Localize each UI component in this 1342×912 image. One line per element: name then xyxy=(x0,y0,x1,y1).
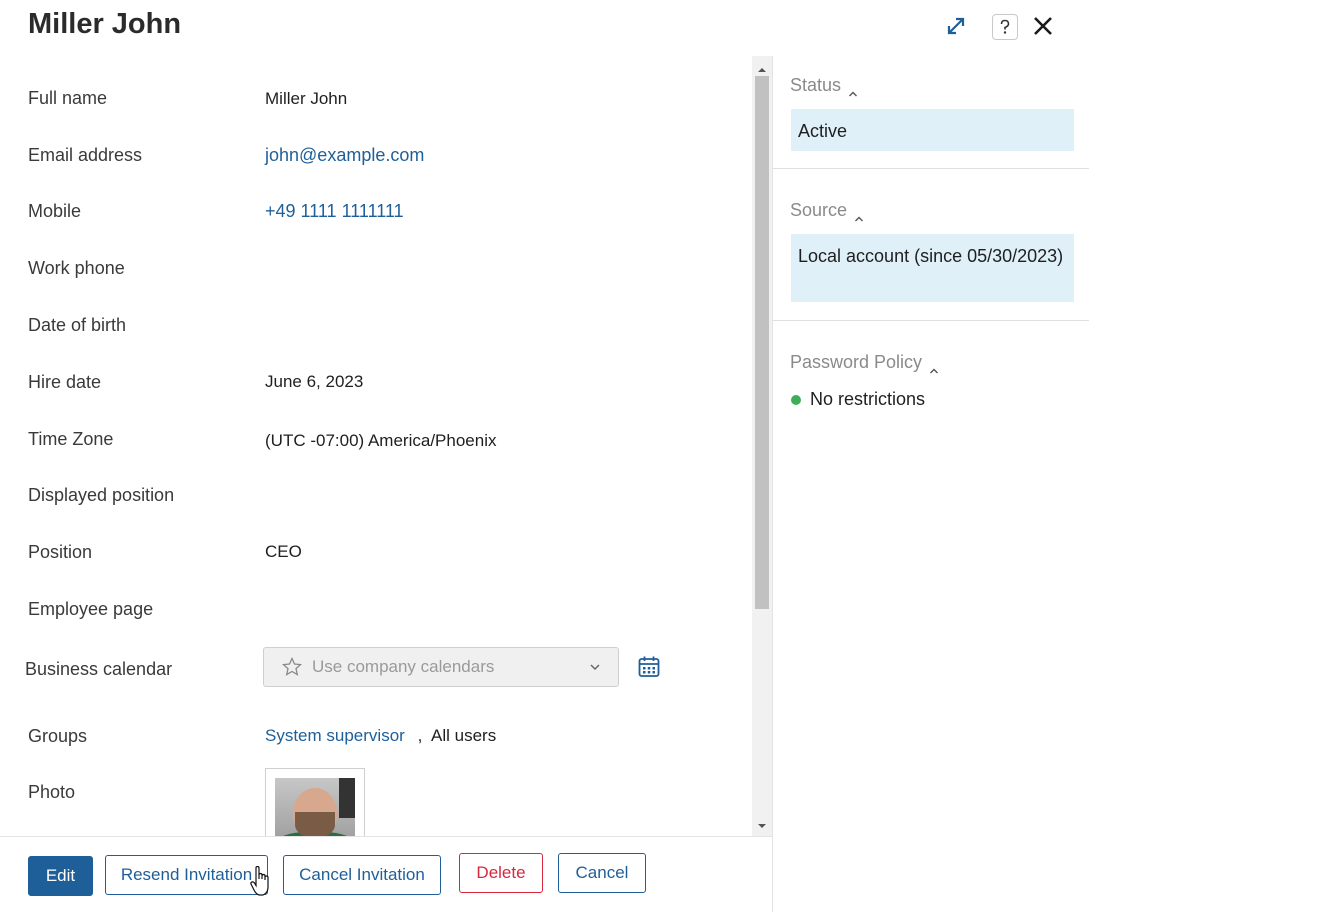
chevron-up-icon xyxy=(848,82,858,96)
mobile-link[interactable]: +49 1111 1111111 xyxy=(265,201,404,222)
avatar[interactable] xyxy=(265,768,365,836)
page-title: Miller John xyxy=(28,8,182,40)
status-value: Active xyxy=(791,109,1074,151)
group-link-system-supervisor[interactable]: System supervisor xyxy=(265,726,405,745)
scroll-up-arrow-icon[interactable] xyxy=(756,62,768,72)
panel-divider xyxy=(772,56,773,912)
field-label: Employee page xyxy=(28,599,154,619)
section-divider xyxy=(773,320,1089,321)
source-section-toggle[interactable]: Source xyxy=(790,200,864,221)
field-label: Displayed position xyxy=(28,485,175,505)
field-label: Time Zone xyxy=(28,429,114,449)
delete-button[interactable]: Delete xyxy=(459,853,543,893)
hand-cursor-icon xyxy=(250,865,272,898)
status-section-title: Status xyxy=(790,75,842,95)
source-value: Local account (since 05/30/2023) xyxy=(791,234,1074,302)
action-bar: Edit Resend Invitation Cancel Invitation… xyxy=(0,836,772,912)
field-label: Work phone xyxy=(28,258,125,278)
field-label: Position xyxy=(28,542,93,562)
avatar-photo xyxy=(275,778,355,836)
group-separator: , xyxy=(417,726,423,745)
status-dot-icon xyxy=(791,394,801,405)
field-label: Business calendar xyxy=(25,659,173,679)
field-label: Mobile xyxy=(28,201,82,221)
hire-date-value: June 6, 2023 xyxy=(265,372,364,391)
password-policy-status: No restrictions xyxy=(791,389,925,410)
scroll-down-arrow-icon[interactable] xyxy=(756,818,768,828)
business-calendar-placeholder: Use company calendars xyxy=(312,657,495,676)
password-policy-section-title: Password Policy xyxy=(790,352,923,372)
position-value: CEO xyxy=(265,542,302,561)
password-policy-section-toggle[interactable]: Password Policy xyxy=(790,352,939,373)
star-icon xyxy=(282,656,304,678)
password-policy-value: No restrictions xyxy=(810,389,926,409)
field-label: Hire date xyxy=(28,372,102,392)
chevron-up-icon xyxy=(929,359,939,373)
vertical-scrollbar[interactable] xyxy=(752,56,772,836)
chevron-up-icon xyxy=(854,207,864,221)
time-zone-value: (UTC -07:00) America/Phoenix xyxy=(265,431,497,450)
source-section-title: Source xyxy=(790,200,848,220)
field-label: Email address xyxy=(28,145,143,165)
scrollbar-thumb[interactable] xyxy=(755,76,769,609)
field-label: Groups xyxy=(28,726,88,746)
cancel-invitation-button[interactable]: Cancel Invitation xyxy=(283,855,441,895)
section-divider xyxy=(773,168,1089,169)
chevron-down-icon xyxy=(588,660,602,674)
help-icon[interactable] xyxy=(992,14,1018,40)
field-label: Date of birth xyxy=(28,315,127,335)
field-label: Full name xyxy=(28,88,108,108)
cancel-button[interactable]: Cancel xyxy=(558,853,646,893)
group-all-users: All users xyxy=(431,726,497,745)
resend-invitation-button[interactable]: Resend Invitation xyxy=(105,855,268,895)
groups-value: System supervisor , All users xyxy=(265,726,496,746)
status-section-toggle[interactable]: Status xyxy=(790,75,858,96)
email-link[interactable]: john@example.com xyxy=(265,145,424,166)
field-label: Photo xyxy=(28,782,76,802)
close-icon[interactable] xyxy=(1030,13,1056,39)
full-name-value: Miller John xyxy=(265,89,348,108)
business-calendar-select[interactable]: Use company calendars xyxy=(263,647,619,687)
expand-icon[interactable] xyxy=(944,14,968,38)
edit-button[interactable]: Edit xyxy=(28,856,93,896)
calendar-icon[interactable] xyxy=(637,655,661,679)
user-details-form: Full name Miller John Email address john… xyxy=(0,56,752,836)
